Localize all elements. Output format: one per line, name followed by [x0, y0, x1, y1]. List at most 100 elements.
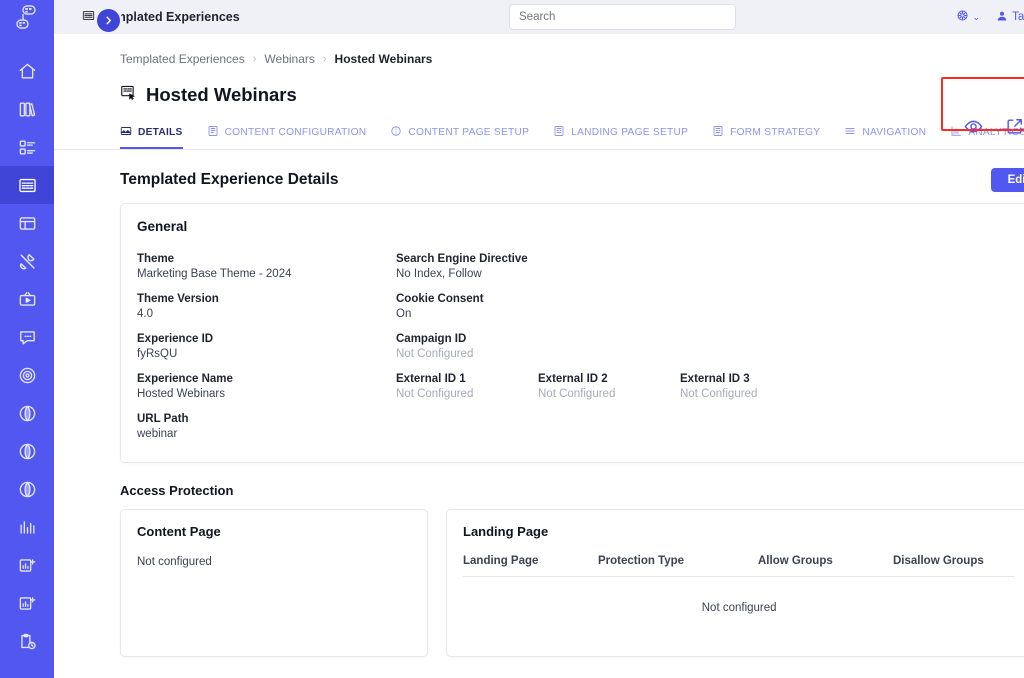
- page-icon: [553, 125, 565, 140]
- field-label: Experience Name: [137, 373, 396, 385]
- field-experience-name: Experience Name Hosted Webinars: [137, 373, 396, 400]
- sidebar-item-web-3[interactable]: [0, 470, 54, 508]
- tab-landing-page-setup[interactable]: LANDING PAGE SETUP: [553, 125, 688, 149]
- field-value: Not Configured: [396, 348, 1015, 360]
- field-external-id-1: External ID 1 Not Configured: [396, 373, 538, 400]
- tab-bar: DETAILS CONTENT CONFIGURATION: [54, 120, 1024, 150]
- breadcrumb-item-1[interactable]: Webinars: [264, 52, 314, 66]
- user-name: Tanya: [1012, 11, 1024, 23]
- page-title-group: Hosted Webinars: [54, 66, 1024, 106]
- sidebar-item-scheduled[interactable]: [0, 622, 54, 660]
- expand-sidebar-button[interactable]: [95, 7, 122, 34]
- access-protection-title: Access Protection: [54, 463, 1024, 498]
- field-external-id-2: External ID 2 Not Configured: [538, 373, 680, 400]
- sidebar-item-reports[interactable]: [0, 508, 54, 546]
- gear-icon: [956, 9, 969, 25]
- field-value: Not Configured: [396, 388, 538, 400]
- sidebar-item-new-report-2[interactable]: [0, 584, 54, 622]
- sidebar: [0, 0, 54, 678]
- breadcrumb-item-2: Hosted Webinars: [335, 52, 433, 66]
- sidebar-item-home[interactable]: [0, 52, 54, 90]
- field-label: Campaign ID: [396, 333, 1015, 345]
- field-label: Cookie Consent: [396, 293, 1015, 305]
- general-card: General Theme Marketing Base Theme - 202…: [120, 203, 1024, 463]
- sidebar-nav: [0, 34, 54, 660]
- menu-icon: [844, 125, 856, 140]
- sidebar-item-video[interactable]: [0, 280, 54, 318]
- tab-form-strategy[interactable]: FORM STRATEGY: [712, 125, 820, 149]
- field-theme: Theme Marketing Base Theme - 2024: [137, 253, 396, 280]
- share-icon[interactable]: [1005, 117, 1024, 136]
- sidebar-item-web-1[interactable]: [0, 394, 54, 432]
- form-icon: [712, 125, 724, 140]
- content-page-empty: Not configured: [121, 539, 427, 568]
- field-search-engine-directive: Search Engine Directive No Index, Follow: [396, 253, 1015, 280]
- field-value: On: [396, 308, 1015, 320]
- field-value: webinar: [137, 428, 396, 440]
- sidebar-item-pages[interactable]: [0, 204, 54, 242]
- field-label: External ID 2: [538, 373, 680, 385]
- table-header-row: Landing Page Protection Type Allow Group…: [463, 555, 1015, 577]
- field-label: Experience ID: [137, 333, 396, 345]
- landing-page-table: Landing Page Protection Type Allow Group…: [447, 555, 1024, 614]
- main-pane: Templated Experiences ⌄: [54, 0, 1024, 678]
- content-page-card: Content Page Not configured: [120, 509, 428, 657]
- edit-button[interactable]: Edit: [991, 168, 1024, 192]
- tab-label: CONTENT CONFIGURATION: [225, 127, 367, 138]
- breadcrumb: Templated Experiences › Webinars › Hoste…: [54, 34, 1024, 66]
- field-label: Theme Version: [137, 293, 396, 305]
- sidebar-item-messaging[interactable]: [0, 318, 54, 356]
- sidebar-item-web-2[interactable]: [0, 432, 54, 470]
- general-fields-grid: Theme Marketing Base Theme - 2024 Search…: [121, 234, 1024, 462]
- field-cookie-consent: Cookie Consent On: [396, 293, 1015, 320]
- landing-page-card: Landing Page Landing Page Protection Typ…: [446, 509, 1024, 657]
- product-logo[interactable]: [0, 0, 54, 34]
- sidebar-item-tools[interactable]: [0, 242, 54, 280]
- field-label: External ID 3: [680, 373, 1015, 385]
- field-value: 4.0: [137, 308, 396, 320]
- tab-label: DETAILS: [138, 127, 183, 138]
- sidebar-item-new-report-1[interactable]: [0, 546, 54, 584]
- landing-page-empty: Not configured: [463, 577, 1015, 614]
- field-experience-id: Experience ID fyRsQU: [137, 333, 396, 360]
- field-value: No Index, Follow: [396, 268, 1015, 280]
- tab-label: FORM STRATEGY: [730, 127, 820, 138]
- field-label: External ID 1: [396, 373, 538, 385]
- sidebar-item-library[interactable]: [0, 90, 54, 128]
- field-value: Marketing Base Theme - 2024: [137, 268, 396, 280]
- field-label: Theme: [137, 253, 396, 265]
- sidebar-item-templated-experiences[interactable]: [0, 166, 54, 204]
- preview-icon[interactable]: [964, 117, 983, 136]
- settings-menu[interactable]: ⌄: [956, 9, 981, 25]
- details-header-row: Templated Experience Details Edit: [54, 150, 1024, 192]
- tab-details[interactable]: DETAILS: [120, 125, 183, 149]
- column-header: Protection Type: [598, 555, 758, 567]
- templated-experiences-icon: [82, 9, 95, 25]
- sidebar-item-content-blocks[interactable]: [0, 128, 54, 166]
- general-card-title: General: [121, 204, 1024, 234]
- breadcrumb-item-0[interactable]: Templated Experiences: [120, 52, 245, 66]
- content-page-title: Content Page: [121, 510, 427, 539]
- tab-content-page-setup[interactable]: CONTENT PAGE SETUP: [390, 125, 529, 149]
- field-value: Not Configured: [680, 388, 1015, 400]
- templated-experience-icon: [120, 84, 137, 106]
- sidebar-item-targeting[interactable]: [0, 356, 54, 394]
- topbar-right: ⌄ Tanya ⌄: [956, 9, 1024, 25]
- field-value: Not Configured: [538, 388, 680, 400]
- chevron-right-icon: [103, 15, 114, 26]
- user-menu[interactable]: Tanya ⌄: [996, 10, 1024, 25]
- tab-label: NAVIGATION: [862, 127, 926, 138]
- content-area: Templated Experiences › Webinars › Hoste…: [54, 34, 1024, 678]
- search-input[interactable]: [509, 4, 736, 30]
- top-bar: Templated Experiences ⌄: [54, 0, 1024, 34]
- access-protection-row: Content Page Not configured Landing Page…: [120, 509, 1024, 657]
- field-label: URL Path: [137, 413, 396, 425]
- tab-content-configuration[interactable]: CONTENT CONFIGURATION: [207, 125, 367, 149]
- column-header: Landing Page: [463, 555, 598, 567]
- column-header: Allow Groups: [758, 555, 893, 567]
- field-value: fyRsQU: [137, 348, 396, 360]
- field-campaign-id: Campaign ID Not Configured: [396, 333, 1015, 360]
- tab-label: CONTENT PAGE SETUP: [408, 127, 529, 138]
- breadcrumb-separator: ›: [323, 53, 327, 65]
- tab-navigation[interactable]: NAVIGATION: [844, 125, 926, 149]
